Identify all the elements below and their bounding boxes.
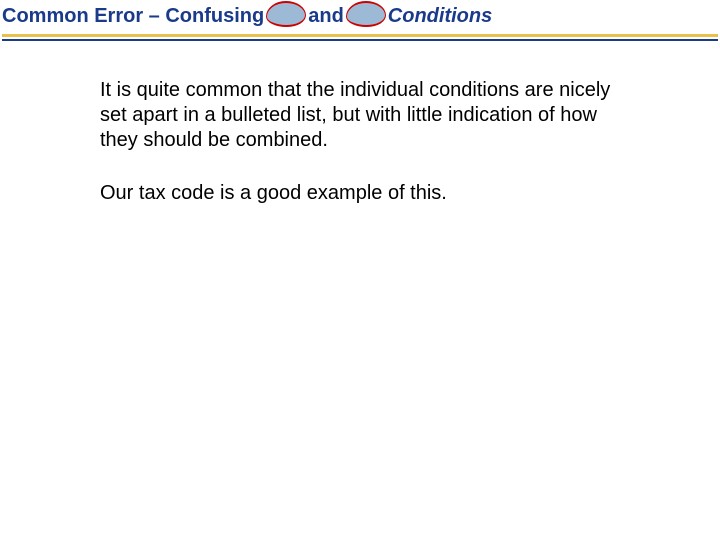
circled-blob-1: [266, 1, 306, 32]
circled-blob-2: [346, 1, 386, 32]
title-part1: Common Error – Confusing: [2, 5, 264, 28]
slide-title: Common Error – Confusing and Conditions: [2, 2, 718, 30]
title-connector: and: [308, 5, 344, 28]
title-underline: [2, 34, 718, 44]
blob-icon: [346, 1, 386, 27]
paragraph-2: Our tax code is a good example of this.: [100, 181, 640, 206]
blob-icon: [266, 1, 306, 27]
slide: Common Error – Confusing and Conditions …: [0, 0, 720, 540]
paragraph-1: It is quite common that the individual c…: [100, 78, 640, 153]
title-part2: Conditions: [388, 5, 492, 28]
body-text: It is quite common that the individual c…: [100, 78, 640, 206]
underline-yellow: [2, 34, 718, 37]
underline-blue: [2, 39, 718, 41]
